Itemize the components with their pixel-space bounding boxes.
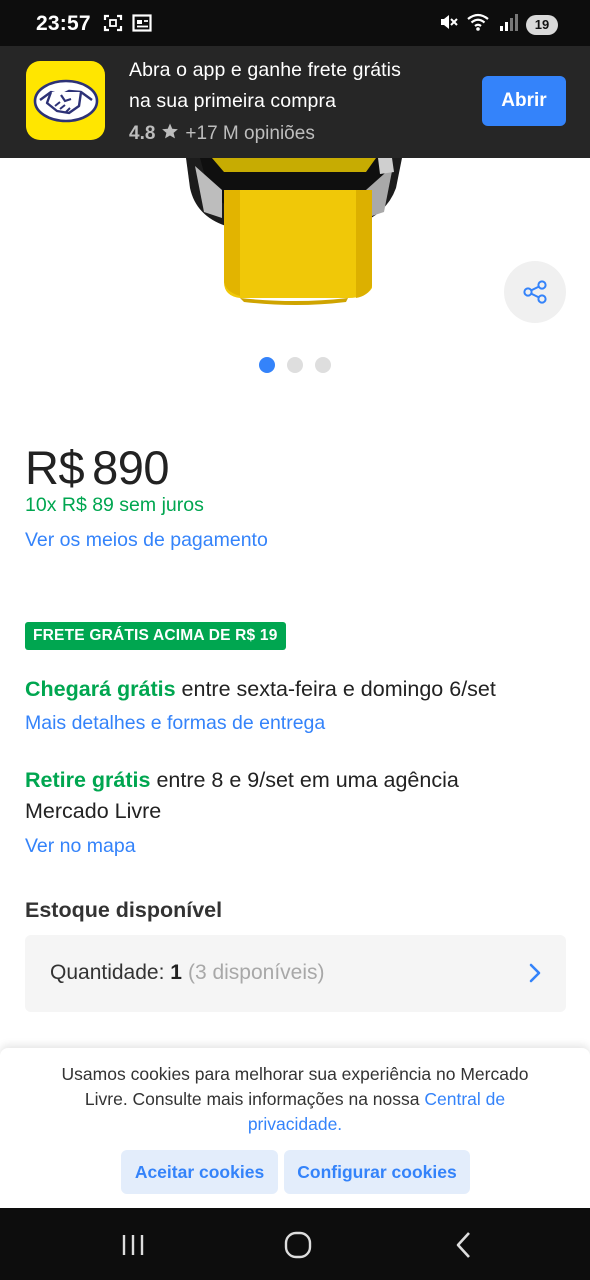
wifi-icon [466, 12, 490, 37]
screenshot-icon [103, 14, 123, 37]
open-app-button[interactable]: Abrir [482, 76, 566, 126]
reviews-count: +17 M opiniões [185, 123, 315, 144]
status-left-icons [103, 14, 152, 37]
status-right-icons: 19 [438, 12, 558, 37]
mute-icon [438, 12, 458, 37]
pickup-dates: entre 8 e 9/set em uma agência [150, 768, 459, 792]
carousel-dot-3[interactable] [315, 357, 331, 373]
carousel-dots [259, 357, 331, 373]
star-icon [161, 122, 179, 146]
system-navigation-bar [0, 1208, 590, 1280]
accept-cookies-button[interactable]: Aceitar cookies [121, 1150, 278, 1194]
installments-text: 10x R$ 89 sem juros [25, 494, 204, 516]
arrival-dates: entre sexta-feira e domingo 6/set [175, 677, 496, 701]
price-value: 890 [92, 441, 170, 494]
pickup-strong: Retire grátis [25, 768, 151, 792]
back-button[interactable] [444, 1228, 484, 1262]
arrival-info: Chegará grátis entre sexta-feira e domin… [25, 677, 496, 702]
banner-title: Abra o app e ganhe frete grátis [129, 59, 401, 81]
delivery-details-link[interactable]: Mais detalhes e formas de entrega [25, 712, 325, 735]
stock-title: Estoque disponível [25, 898, 223, 922]
app-install-banner: Abra o app e ganhe frete grátis na sua p… [0, 46, 590, 158]
carousel-dot-2[interactable] [287, 357, 303, 373]
free-shipping-badge: FRETE GRÁTIS ACIMA DE R$ 19 [25, 622, 286, 650]
handshake-icon [33, 79, 98, 122]
rating-value: 4.8 [129, 123, 156, 144]
product-image[interactable] [0, 158, 590, 348]
price-currency: R$ [25, 441, 85, 494]
quantity-value: 1 [170, 961, 182, 984]
battery-icon: 19 [526, 14, 558, 35]
product-price: R$ 890 [25, 440, 170, 495]
home-icon [284, 1231, 312, 1259]
banner-subtitle: na sua primeira compra [129, 90, 337, 112]
mercado-livre-logo [26, 61, 105, 140]
quantity-text: Quantidade: 1 (3 disponíveis) [50, 961, 325, 985]
arrival-strong: Chegará grátis [25, 677, 176, 701]
carousel-dot-1[interactable] [259, 357, 275, 373]
cookie-text: Usamos cookies para melhorar sua experiê… [40, 1062, 550, 1137]
quantity-available: (3 disponíveis) [187, 961, 325, 984]
share-button[interactable] [504, 261, 566, 323]
status-bar: 23:57 19 [0, 0, 590, 46]
recent-apps-icon [122, 1235, 144, 1255]
home-button[interactable] [278, 1228, 318, 1262]
banner-rating: 4.8 +17 M opiniões [129, 122, 315, 146]
quantity-selector[interactable]: Quantidade: 1 (3 disponíveis) [25, 935, 566, 1012]
chevron-right-icon [528, 962, 542, 989]
signal-icon [498, 12, 518, 37]
pickup-info: Retire grátis entre 8 e 9/set em uma agê… [25, 768, 459, 793]
quantity-label: Quantidade: [50, 961, 171, 984]
payment-methods-link[interactable]: Ver os meios de pagamento [25, 529, 268, 552]
recent-apps-button[interactable] [113, 1228, 153, 1262]
back-icon [456, 1232, 470, 1258]
pickup-agency: Mercado Livre [25, 799, 162, 823]
share-icon [523, 280, 547, 304]
configure-cookies-button[interactable]: Configurar cookies [284, 1150, 470, 1194]
cookie-consent-sheet: Usamos cookies para melhorar sua experiê… [0, 1048, 590, 1208]
map-link[interactable]: Ver no mapa [25, 835, 136, 858]
gallery-icon [132, 14, 152, 37]
status-time: 23:57 [36, 12, 91, 35]
watch-image [186, 158, 402, 305]
